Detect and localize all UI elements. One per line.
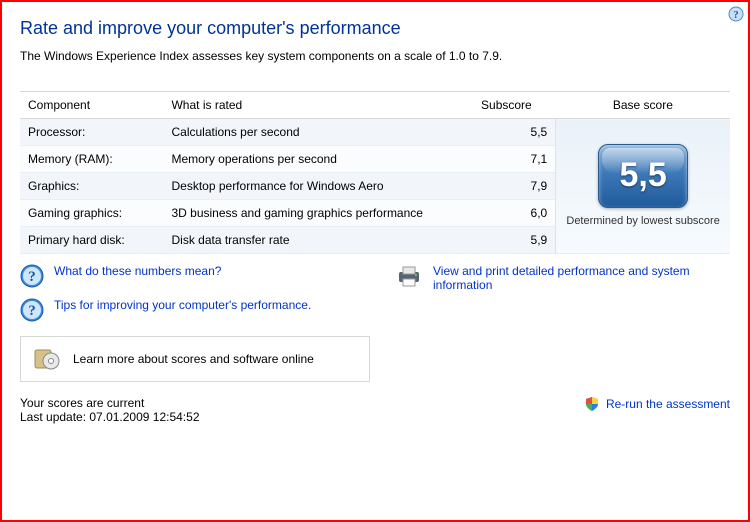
help-icon[interactable]: ? <box>728 6 744 22</box>
cell-component: Graphics: <box>20 173 163 200</box>
svg-text:?: ? <box>28 269 36 285</box>
shield-icon <box>584 396 600 412</box>
col-subscore: Subscore <box>471 92 556 119</box>
printer-icon <box>395 264 423 288</box>
cell-component: Processor: <box>20 119 163 146</box>
cell-rated: Disk data transfer rate <box>163 227 470 254</box>
links-row: ? What do these numbers mean? ? Tips for… <box>20 264 730 332</box>
base-score-caption: Determined by lowest subscore <box>564 214 722 228</box>
base-score-value: 5,5 <box>619 156 666 195</box>
table-row: Processor: Calculations per second 5,5 5… <box>20 119 730 146</box>
link-learn-more[interactable]: Learn more about scores and software onl… <box>73 352 314 366</box>
cell-component: Gaming graphics: <box>20 200 163 227</box>
wei-window: ? Rate and improve your computer's perfo… <box>0 0 750 522</box>
question-icon: ? <box>20 264 44 288</box>
question-icon: ? <box>20 298 44 322</box>
learn-more-box: Learn more about scores and software onl… <box>20 336 370 382</box>
cell-rated: Desktop performance for Windows Aero <box>163 173 470 200</box>
cell-subscore: 7,9 <box>471 173 556 200</box>
scores-current-text: Your scores are current <box>20 396 200 410</box>
page-title: Rate and improve your computer's perform… <box>20 18 730 39</box>
svg-text:?: ? <box>28 303 36 319</box>
link-view-print[interactable]: View and print detailed performance and … <box>433 264 730 292</box>
svg-text:?: ? <box>733 9 739 21</box>
cell-component: Memory (RAM): <box>20 146 163 173</box>
cell-subscore: 7,1 <box>471 146 556 173</box>
link-rerun-assessment[interactable]: Re-run the assessment <box>606 397 730 411</box>
cell-component: Primary hard disk: <box>20 227 163 254</box>
footer: Your scores are current Last update: 07.… <box>20 396 730 424</box>
cell-subscore: 5,5 <box>471 119 556 146</box>
base-score-cell: 5,5 Determined by lowest subscore <box>556 119 730 254</box>
col-rated: What is rated <box>163 92 470 119</box>
cell-rated: Calculations per second <box>163 119 470 146</box>
intro-text: The Windows Experience Index assesses ke… <box>20 49 730 63</box>
col-basescore: Base score <box>556 92 730 119</box>
link-tips[interactable]: Tips for improving your computer's perfo… <box>54 298 311 312</box>
link-numbers-mean[interactable]: What do these numbers mean? <box>54 264 221 278</box>
col-component: Component <box>20 92 163 119</box>
ratings-table: Component What is rated Subscore Base sc… <box>20 91 730 254</box>
last-update-text: Last update: 07.01.2009 12:54:52 <box>20 410 200 424</box>
cell-subscore: 6,0 <box>471 200 556 227</box>
cell-rated: 3D business and gaming graphics performa… <box>163 200 470 227</box>
cell-rated: Memory operations per second <box>163 146 470 173</box>
base-score-badge: 5,5 <box>598 144 688 208</box>
cell-subscore: 5,9 <box>471 227 556 254</box>
software-disc-icon <box>33 347 61 371</box>
